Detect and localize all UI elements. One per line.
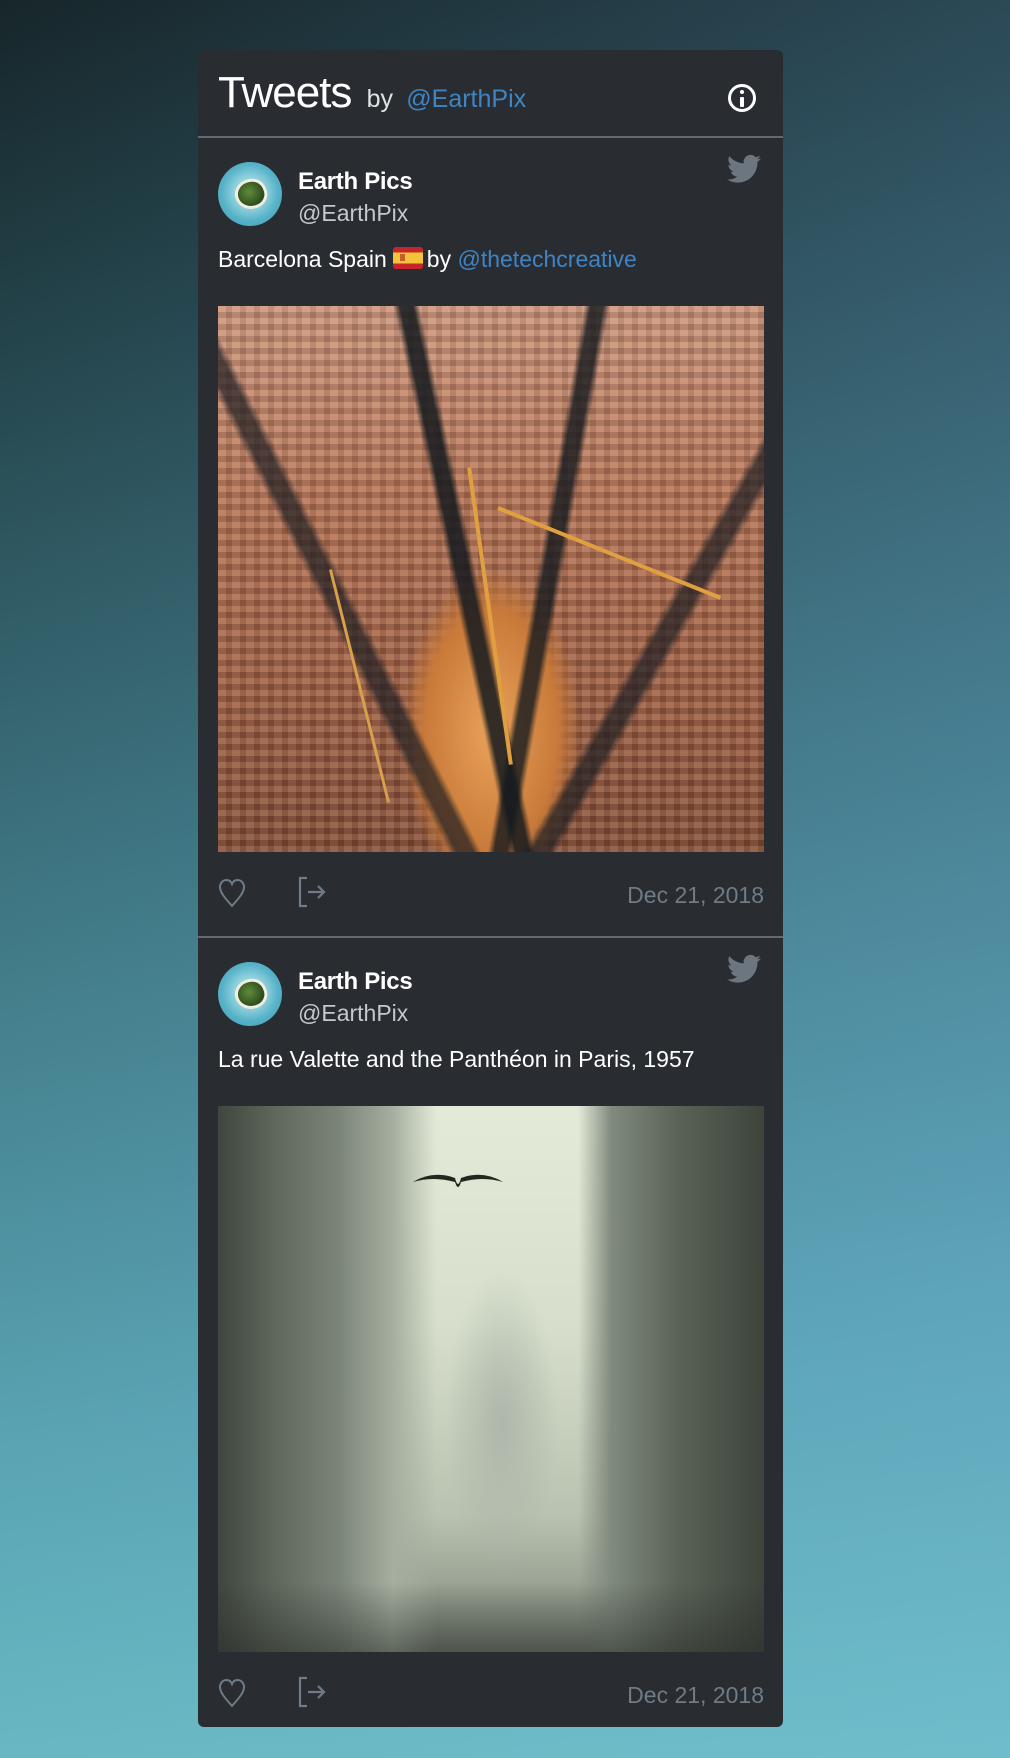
author-screen-name[interactable]: @EarthPix	[298, 200, 408, 227]
twitter-bird-icon[interactable]	[727, 954, 761, 984]
mention-link[interactable]: @thetechcreative	[457, 246, 636, 272]
image-detail	[413, 1174, 503, 1187]
tweet-text: Barcelona Spain by @thetechcreative	[218, 246, 637, 273]
avatar-island	[234, 178, 268, 210]
info-dot	[740, 90, 744, 94]
tweet-text-main: Barcelona Spain	[218, 246, 387, 272]
author-name[interactable]: Earth Pics	[298, 168, 413, 196]
image-detail	[497, 506, 722, 600]
tweet: Earth Pics @EarthPix Barcelona Spain by @…	[198, 138, 783, 938]
title-by: by	[366, 85, 394, 113]
share-icon[interactable]	[298, 1676, 326, 1708]
title-text: Tweets	[218, 68, 352, 117]
share-icon[interactable]	[298, 876, 326, 908]
author-screen-name[interactable]: @EarthPix	[298, 1000, 408, 1027]
tweet-image[interactable]	[218, 306, 764, 852]
tweet-date[interactable]: Dec 21, 2018	[627, 1682, 764, 1709]
author-name[interactable]: Earth Pics	[298, 968, 413, 996]
info-stem	[740, 97, 744, 107]
info-icon[interactable]	[728, 84, 756, 112]
tweet-actions: Dec 21, 2018	[218, 1676, 764, 1716]
tweets-timeline-widget: Tweets by @EarthPix Earth Pics @EarthPix…	[198, 50, 783, 1727]
tweet: Earth Pics @EarthPix La rue Valette and …	[198, 938, 783, 1727]
heart-icon[interactable]	[218, 878, 246, 908]
avatar[interactable]	[218, 162, 282, 226]
twitter-bird-icon[interactable]	[727, 154, 761, 184]
image-detail	[329, 569, 390, 803]
tweet-date[interactable]: Dec 21, 2018	[627, 882, 764, 909]
avatar-island	[234, 978, 268, 1010]
timeline-header: Tweets by @EarthPix	[198, 50, 783, 138]
image-detail	[218, 1582, 764, 1652]
tweet-actions: Dec 21, 2018	[218, 876, 764, 916]
tweet-image[interactable]	[218, 1106, 764, 1652]
tweet-text: La rue Valette and the Panthéon in Paris…	[218, 1046, 695, 1072]
heart-icon[interactable]	[218, 1678, 246, 1708]
tweet-text-by: by	[426, 246, 452, 272]
timeline-handle-link[interactable]: @EarthPix	[406, 85, 526, 113]
spain-flag-emoji	[392, 247, 423, 269]
avatar[interactable]	[218, 962, 282, 1026]
timeline-title: Tweets by @EarthPix	[218, 68, 526, 118]
